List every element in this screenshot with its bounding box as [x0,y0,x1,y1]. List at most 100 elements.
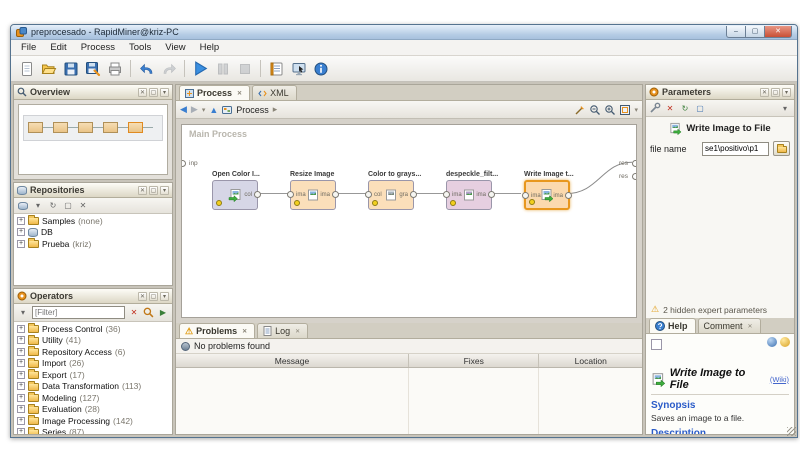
expander-icon[interactable]: + [17,216,25,225]
browse-file-button[interactable] [773,141,790,156]
expander-icon[interactable]: + [17,393,25,402]
new-process-button[interactable] [16,58,37,79]
repository-row-samples[interactable]: + Samples (none) [14,215,172,227]
expert-mode-icon[interactable]: ▢ [694,102,706,114]
back-icon[interactable]: ◀ [180,104,187,115]
output-port[interactable] [254,191,261,198]
operator-despeckle-filter[interactable]: despeckle_filt... ima ima [443,171,498,210]
operator-resize-image[interactable]: Resize Image ima ima [287,171,339,210]
expand-all-icon[interactable]: ▶ [157,307,169,319]
panel-close-icon[interactable]: ✕ [138,291,147,301]
repository-row-prueba[interactable]: + Prueba (kriz) [14,238,172,250]
save-process-button[interactable] [60,58,81,79]
operator-group-row[interactable]: + Modeling (127) [14,392,172,404]
panel-maximize-icon[interactable]: ▢ [149,87,158,97]
operator-group-row[interactable]: + Evaluation (28) [14,403,172,416]
expander-icon[interactable]: + [17,370,25,379]
canvas-menu-dropdown-icon[interactable]: ▾ [634,106,638,114]
tab-close-icon[interactable]: ✕ [237,90,242,97]
panel-maximize-icon[interactable]: ▢ [771,87,780,97]
expander-icon[interactable]: + [17,336,25,345]
operator-group-row[interactable]: + Utility (41) [14,334,172,347]
operator-group-row[interactable]: + Repository Access (6) [14,346,172,358]
expander-icon[interactable]: + [17,416,25,425]
operator-body[interactable]: col gra [365,180,417,210]
stop-button[interactable] [234,58,255,79]
run-button[interactable] [190,58,211,79]
panel-menu-icon[interactable]: ▾ [160,87,169,97]
overview-panel-header[interactable]: Overview ✕ ▢ ▾ [14,85,172,100]
tab-log[interactable]: Log ✕ [257,323,309,338]
output-port[interactable] [488,191,495,198]
parameters-panel-header[interactable]: Parameters ✕ ▢ ▾ [646,85,794,100]
operator-body[interactable]: ima ima [443,180,495,210]
print-button[interactable] [104,58,125,79]
result-port-1[interactable] [632,160,636,167]
delete-entry-icon[interactable]: ✕ [77,200,89,212]
expander-icon[interactable]: + [17,405,25,414]
operator-group-row[interactable]: + Image Processing (142) [14,415,172,427]
add-repository-icon[interactable] [17,200,29,212]
operator-filter-input[interactable] [32,306,125,319]
redo-button[interactable] [158,58,179,79]
clear-filter-icon[interactable]: ✕ [128,307,140,319]
output-port[interactable] [565,192,572,199]
input-port[interactable] [287,191,294,198]
zoom-out-icon[interactable] [589,104,601,116]
column-location[interactable]: Location [539,354,642,367]
help-style-icon[interactable] [767,337,777,347]
panel-maximize-icon[interactable]: ▢ [149,291,158,301]
parameters-menu-icon[interactable]: ▾ [779,102,791,114]
clear-parameters-icon[interactable]: ✕ [664,102,676,114]
panel-menu-icon[interactable]: ▾ [160,291,169,301]
expander-icon[interactable]: + [17,239,25,248]
save-process-as-button[interactable] [82,58,103,79]
tab-close-icon[interactable]: ✕ [748,323,753,330]
menu-file[interactable]: File [15,41,42,54]
input-port[interactable] [443,191,450,198]
refresh-parameters-icon[interactable]: ↻ [679,102,691,114]
operator-group-row[interactable]: + Process Control (36) [14,323,172,335]
menu-tools[interactable]: Tools [123,41,157,54]
expander-icon[interactable]: + [17,382,25,391]
input-port[interactable] [522,192,529,199]
pause-button[interactable] [212,58,233,79]
auto-wire-icon[interactable] [574,104,586,116]
undo-button[interactable] [136,58,157,79]
panel-menu-icon[interactable]: ▾ [782,87,791,97]
screen-perspective-button[interactable] [288,58,309,79]
column-fixes[interactable]: Fixes [409,354,540,367]
wrench-icon[interactable] [649,102,661,114]
operator-body[interactable]: col [212,180,261,210]
panel-close-icon[interactable]: ✕ [138,87,147,97]
output-port[interactable] [332,191,339,198]
menu-process[interactable]: Process [75,41,121,54]
operator-open-color-image[interactable]: Open Color I... col [212,171,261,210]
tab-xml[interactable]: XML [252,85,297,100]
info-button[interactable] [310,58,331,79]
help-nav-icon[interactable] [651,339,662,350]
search-icon[interactable] [143,307,154,318]
history-dropdown-icon[interactable]: ▾ [202,106,206,114]
minimize-button[interactable]: – [726,26,746,38]
output-port[interactable] [410,191,417,198]
menu-view[interactable]: View [159,41,191,54]
process-canvas[interactable]: Main Process inp res res Open Color I...… [181,124,637,318]
tab-problems[interactable]: ⚠ Problems ✕ [179,323,256,338]
process-thumbnail[interactable] [18,104,168,175]
operator-body[interactable]: ima ima [287,180,339,210]
file-name-input[interactable] [702,141,769,156]
wiki-link[interactable]: (Wiki) [770,375,789,384]
tab-close-icon[interactable]: ✕ [242,328,247,335]
expander-icon[interactable]: + [17,428,25,434]
breadcrumb[interactable]: Process [236,105,269,115]
refresh-repository-icon[interactable]: ↻ [47,200,59,212]
expander-icon[interactable]: + [17,359,25,368]
copy-entry-icon[interactable]: ▢ [62,200,74,212]
tab-close-icon[interactable]: ✕ [295,328,300,335]
operator-group-row[interactable]: + Import (26) [14,357,172,370]
maximize-button[interactable]: ▢ [745,26,765,38]
tab-help[interactable]: Help [649,318,696,333]
panel-menu-icon[interactable]: ▾ [160,185,169,195]
expander-icon[interactable]: + [17,228,25,237]
